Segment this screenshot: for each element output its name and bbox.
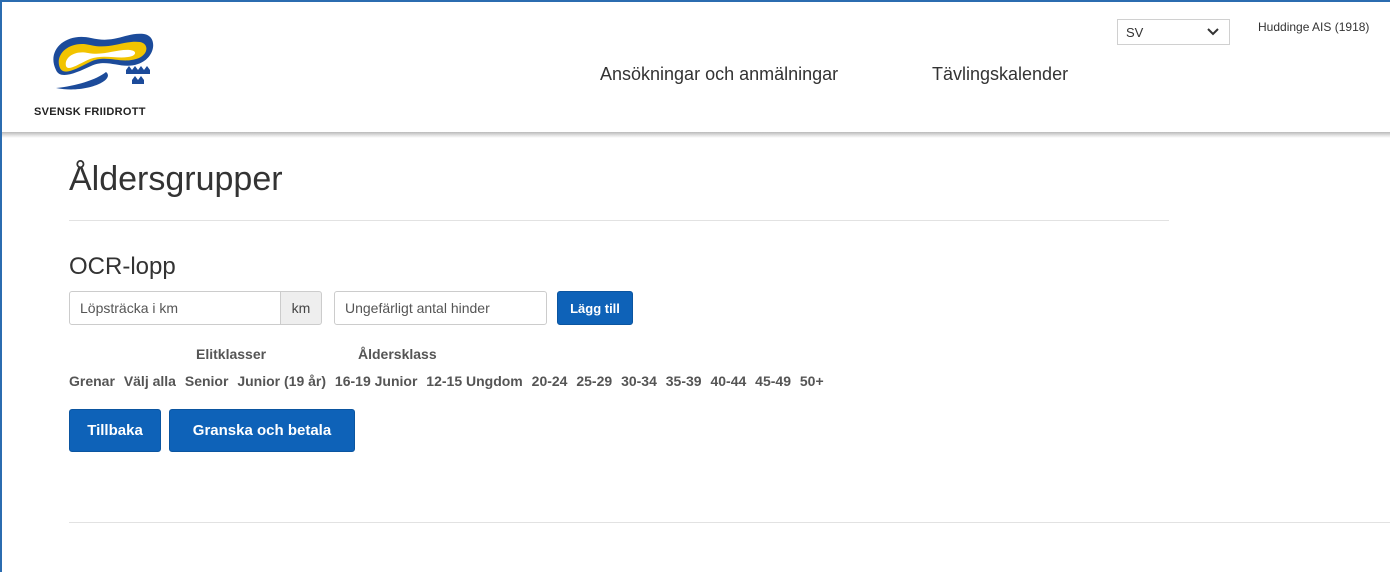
col-20-24: 20-24 [531,373,568,389]
col-45-49: 45-49 [755,373,791,389]
footer-divider [69,522,1390,523]
review-and-pay-button[interactable]: Granska och betala [169,409,355,452]
header-divider [2,132,1390,138]
logo[interactable]: SVENSK FRIIDROTT [34,28,184,123]
col-35-39: 35-39 [665,373,702,389]
chevron-down-icon [1207,28,1219,36]
col-junior-19: Junior (19 år) [237,373,327,389]
class-columns-row: Grenar Välj alla Senior Junior (19 år) 1… [69,373,829,389]
section-title: OCR-lopp [69,253,176,280]
obstacles-input[interactable] [334,291,547,325]
age-class-header: Åldersklass [358,346,437,362]
distance-input[interactable] [69,291,281,325]
col-senior: Senior [184,373,229,389]
col-grenar: Grenar [69,373,115,389]
back-button[interactable]: Tillbaka [69,409,161,452]
elite-classes-header: Elitklasser [196,346,267,362]
language-select-value: SV [1126,25,1144,40]
nav-applications-link[interactable]: Ansökningar och anmälningar [600,64,838,85]
logo-wordmark: SVENSK FRIIDROTT [34,106,146,118]
col-select-all[interactable]: Välj alla [124,373,176,389]
col-16-19-junior: 16-19 Junior [334,373,418,389]
col-30-34: 30-34 [621,373,657,389]
add-button[interactable]: Lägg till [557,291,633,325]
page-title: Åldersgrupper [69,160,283,198]
user-club-link[interactable]: Huddinge AIS (1918) [1258,20,1369,34]
language-select[interactable]: SV [1117,19,1230,45]
col-25-29: 25-29 [576,373,613,389]
col-40-44: 40-44 [710,373,747,389]
title-divider [69,220,1169,221]
col-50-plus: 50+ [799,373,824,389]
site-header: SVENSK FRIIDROTT Ansökningar och anmälni… [2,2,1390,132]
nav-competition-calendar-link[interactable]: Tävlingskalender [932,64,1068,85]
distance-unit-addon: km [280,291,322,325]
col-12-15-ungdom: 12-15 Ungdom [426,373,523,389]
svensk-friidrott-logo-icon [53,33,154,90]
